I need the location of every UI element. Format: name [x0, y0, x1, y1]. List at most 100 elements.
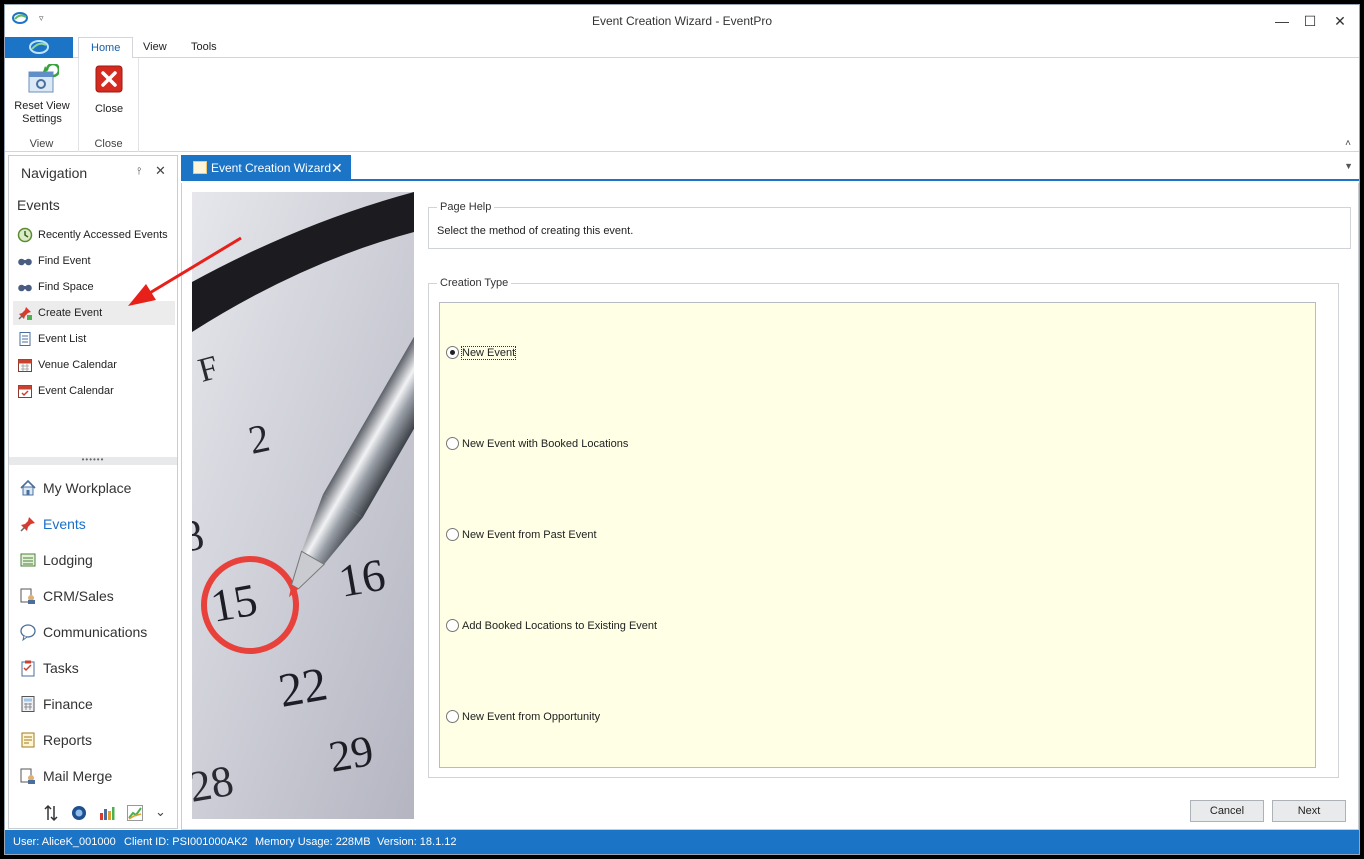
radio-button[interactable]: [446, 619, 459, 632]
nav-item-find-event[interactable]: Find Event: [13, 249, 175, 273]
nav-item-recently-accessed-events[interactable]: Recently Accessed Events: [13, 223, 175, 247]
nav-item-label: Venue Calendar: [38, 359, 117, 371]
navigation-overflow-bar: ⌄: [9, 798, 177, 828]
sort-arrows-icon[interactable]: [42, 804, 60, 822]
nav-item-event-calendar[interactable]: Event Calendar: [13, 379, 175, 403]
ribbon-tab-strip: Home View Tools: [5, 37, 1359, 59]
navigation-section-title: Events: [17, 197, 60, 213]
nav-item-find-space[interactable]: Find Space: [13, 275, 175, 299]
bar-chart-icon[interactable]: [98, 804, 116, 822]
close-window-button[interactable]: ✕: [1325, 9, 1355, 33]
navigation-header: Navigation ⫯ ✕: [9, 156, 177, 186]
window-title: Event Creation Wizard - EventPro: [591, 14, 773, 28]
nav-item-venue-calendar[interactable]: Venue Calendar: [13, 353, 175, 377]
module-label: Mail Merge: [43, 768, 113, 784]
ribbon: Reset View Settings View Close Close ˄: [5, 58, 1359, 152]
close-navigation-icon[interactable]: ✕: [155, 163, 166, 179]
calendar-check-icon: [18, 385, 32, 398]
more-modules-chevron-icon[interactable]: ⌄: [155, 804, 173, 822]
pin-icon[interactable]: ⫯: [137, 166, 141, 177]
date-label: 29: [325, 726, 377, 782]
globe-icon[interactable]: [70, 804, 88, 822]
lodging-icon: [20, 553, 36, 567]
tab-label: Event Creation Wizard: [211, 161, 332, 175]
module-label: Finance: [43, 696, 93, 712]
cancel-button[interactable]: Cancel: [1190, 800, 1264, 822]
creation-type-group: Creation Type New Event New Event with B…: [428, 277, 1339, 778]
nav-item-label: Event List: [38, 333, 87, 345]
app-window: ▿ Event Creation Wizard - EventPro — ☐ ✕…: [4, 4, 1360, 855]
date-label: 15: [207, 574, 261, 632]
module-lodging[interactable]: Lodging: [13, 545, 175, 575]
close-tab-icon[interactable]: ✕: [331, 155, 343, 181]
module-communications[interactable]: Communications: [13, 617, 175, 647]
module-finance[interactable]: Finance: [13, 689, 175, 719]
status-memory: Memory Usage: 228MB: [255, 836, 371, 848]
speech-bubble-icon: [20, 624, 36, 641]
tab-event-creation-wizard[interactable]: Event Creation Wizard ✕: [181, 155, 351, 181]
module-label: Lodging: [43, 552, 93, 568]
radio-new-event[interactable]: New Event: [446, 345, 517, 360]
binoculars-icon: [18, 284, 32, 292]
minimize-button[interactable]: —: [1267, 9, 1297, 33]
status-client-id: Client ID: PSI001000AK2: [124, 836, 248, 848]
radio-label: New Event with Booked Locations: [462, 437, 629, 450]
radio-add-booked-locations[interactable]: Add Booked Locations to Existing Event: [446, 619, 657, 632]
radio-button-checked[interactable]: [446, 346, 459, 359]
maximize-button[interactable]: ☐: [1295, 9, 1325, 33]
radio-button[interactable]: [446, 528, 459, 541]
nav-item-label: Recently Accessed Events: [38, 229, 168, 241]
radio-new-event-with-booked-locations[interactable]: New Event with Booked Locations: [446, 437, 628, 450]
calendar-pen-photo: F 2 8 15 16 22 29 28: [192, 192, 414, 819]
page-help-text: Select the method of creating this event…: [437, 225, 634, 237]
radio-new-event-from-past-event[interactable]: New Event from Past Event: [446, 528, 597, 541]
radio-button[interactable]: [446, 710, 459, 723]
close-button[interactable]: Close: [91, 64, 127, 116]
tab-home[interactable]: Home: [78, 37, 134, 59]
module-my-workplace[interactable]: My Workplace: [13, 473, 175, 503]
pushpin-icon: [20, 517, 35, 532]
tab-list-dropdown-icon[interactable]: ▼: [1344, 161, 1353, 171]
radio-button[interactable]: [446, 437, 459, 450]
calendar-illustration: F 2 8 15 16 22 29 28: [192, 192, 414, 819]
nav-item-create-event[interactable]: Create Event: [13, 301, 175, 325]
calendar-icon: [18, 359, 32, 372]
mail-merge-icon: [20, 768, 35, 784]
collapse-ribbon-icon[interactable]: ˄: [1345, 138, 1351, 149]
tab-view[interactable]: View: [131, 37, 179, 59]
tab-tools[interactable]: Tools: [179, 37, 229, 59]
module-label: Communications: [43, 624, 148, 640]
application-menu-button[interactable]: [5, 37, 73, 58]
module-events[interactable]: Events: [13, 509, 175, 539]
next-button[interactable]: Next: [1272, 800, 1346, 822]
close-button-label: Close: [94, 103, 124, 115]
wizard-content: F 2 8 15 16 22 29 28 Page Help Select th…: [181, 183, 1359, 830]
clock-icon: [17, 227, 33, 243]
status-version: Version: 18.1.12: [377, 836, 457, 848]
ribbon-group-label-close: Close: [94, 138, 123, 150]
navigation-panel: Navigation ⫯ ✕ Events Recently Accessed …: [8, 155, 178, 829]
wizard-tab-icon: [193, 161, 207, 174]
date-label: 16: [335, 549, 389, 607]
binoculars-icon: [18, 258, 32, 266]
status-bar: User: AliceK_001000 Client ID: PSI001000…: [5, 830, 1359, 854]
module-reports[interactable]: Reports: [13, 725, 175, 755]
nav-item-event-list[interactable]: Event List: [13, 327, 175, 351]
module-mail-merge[interactable]: Mail Merge: [13, 761, 175, 791]
close-red-x-icon: [95, 65, 123, 93]
pushpin-add-icon: [18, 307, 32, 320]
navigation-splitter[interactable]: ••••••: [9, 456, 177, 465]
radio-label: Add Booked Locations to Existing Event: [462, 619, 658, 632]
ribbon-group-label-view: View: [29, 138, 54, 150]
reset-view-settings-button[interactable]: Reset View Settings: [11, 62, 73, 126]
reset-view-label-2: Settings: [22, 113, 62, 125]
radio-new-event-from-opportunity[interactable]: New Event from Opportunity: [446, 710, 600, 723]
crm-icon: [20, 588, 35, 604]
module-tasks[interactable]: Tasks: [13, 653, 175, 683]
reset-view-icon: [28, 62, 61, 93]
module-label: My Workplace: [43, 480, 132, 496]
module-crm-sales[interactable]: CRM/Sales: [13, 581, 175, 611]
nav-item-label: Find Space: [38, 281, 94, 293]
line-chart-icon[interactable]: [126, 804, 144, 822]
creation-type-legend: Creation Type: [437, 277, 512, 289]
